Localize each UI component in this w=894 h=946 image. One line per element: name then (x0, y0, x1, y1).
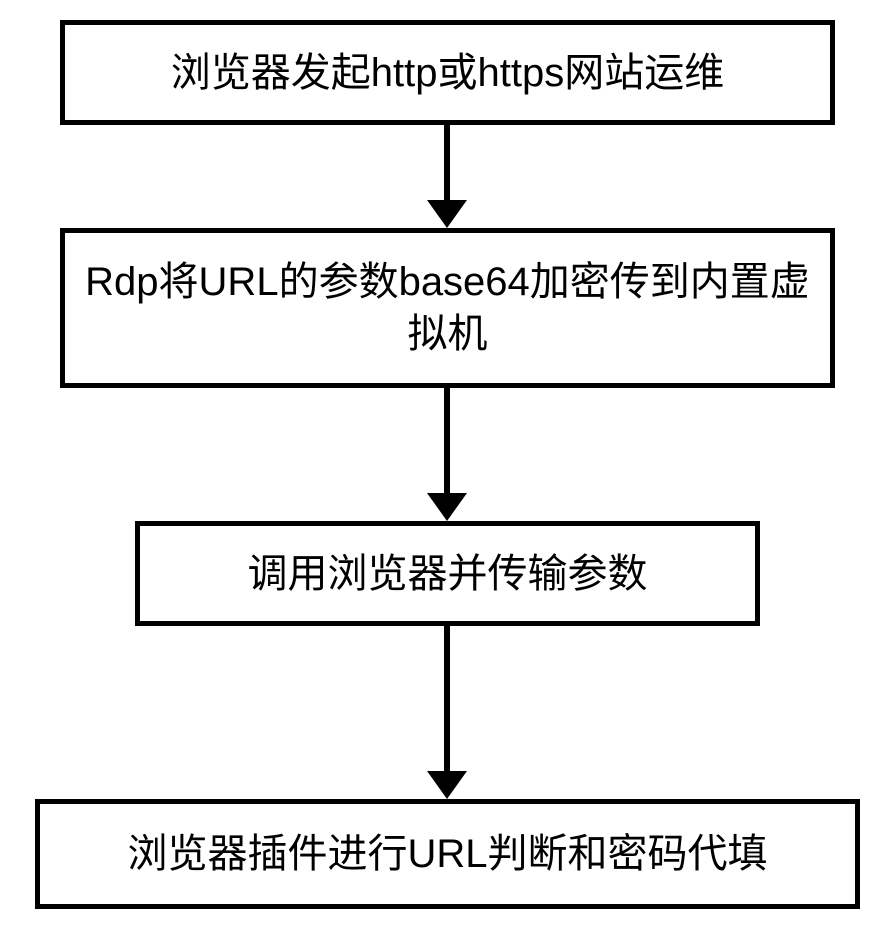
flow-node-3-text: 调用浏览器并传输参数 (248, 548, 648, 600)
flow-arrow-3 (427, 626, 467, 799)
flowchart-canvas: 浏览器发起http或https网站运维 Rdp将URL的参数base64加密传到… (0, 0, 894, 946)
flow-arrow-2 (427, 388, 467, 521)
flow-node-4-text: 浏览器插件进行URL判断和密码代填 (127, 828, 767, 880)
flow-node-3: 调用浏览器并传输参数 (135, 521, 760, 626)
flow-arrow-1 (427, 125, 467, 228)
flow-node-4: 浏览器插件进行URL判断和密码代填 (35, 799, 860, 909)
flow-node-2: Rdp将URL的参数base64加密传到内置虚拟机 (60, 228, 835, 388)
flow-node-2-text: Rdp将URL的参数base64加密传到内置虚拟机 (83, 256, 812, 360)
flow-node-1-text: 浏览器发起http或https网站运维 (171, 47, 724, 99)
flow-node-1: 浏览器发起http或https网站运维 (60, 20, 835, 125)
